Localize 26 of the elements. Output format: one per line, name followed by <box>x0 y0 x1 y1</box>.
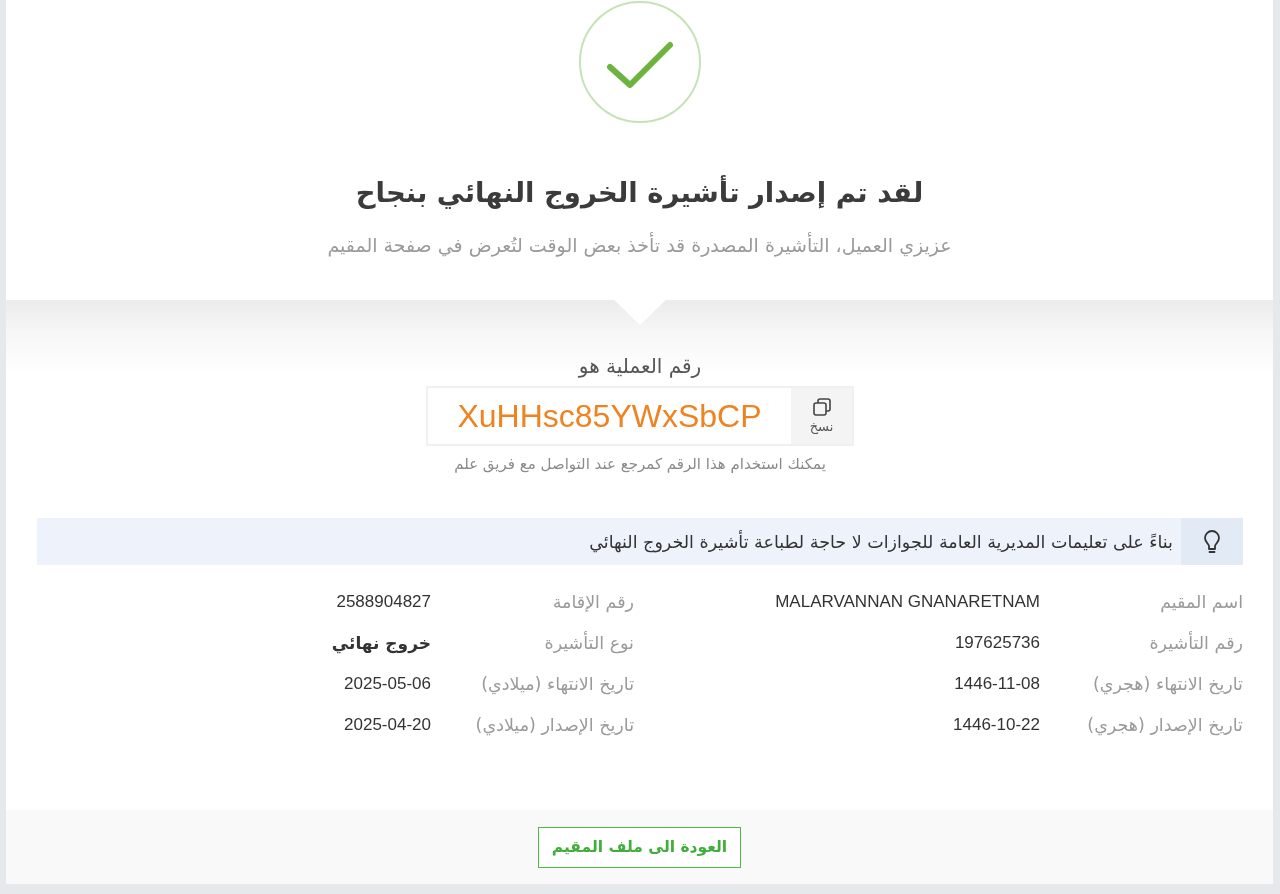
transaction-hint: يمكنك استخدام هذا الرقم كمرجع عند التواصل مع فريق علم <box>454 454 826 475</box>
detail-label: تاريخ الانتهاء (ميلادي) <box>481 673 634 694</box>
lightbulb-icon <box>1203 529 1221 554</box>
copy-icon <box>812 398 831 416</box>
detail-label: تاريخ الإصدار (هجري) <box>1087 714 1243 735</box>
copy-button[interactable]: نسخ <box>791 388 852 444</box>
transaction-label: رقم العملية هو <box>578 353 702 380</box>
detail-label: رقم التأشيرة <box>1149 632 1243 653</box>
detail-value: 2588904827 <box>336 591 431 612</box>
detail-label: اسم المقيم <box>1160 591 1243 612</box>
detail-value: 2025-05-06 <box>344 673 431 694</box>
check-circle-icon <box>578 1 701 123</box>
notice-text: بناءً على تعليمات المديرية العامة للجوازات لا حاجة لطباعة تأشيرة الخروج النهائي <box>589 529 1173 555</box>
detail-label: تاريخ الإصدار (ميلادي) <box>475 714 634 735</box>
detail-label: تاريخ الانتهاء (هجري) <box>1092 673 1243 694</box>
detail-value: 197625736 <box>954 632 1040 653</box>
detail-value: MALARVANNAN GNANARETNAM <box>775 591 1040 612</box>
success-title: لقد تم إصدار تأشيرة الخروج النهائي بنجاح <box>355 174 924 211</box>
transaction-number: XuHHsc85YWxSbCP <box>456 396 763 436</box>
success-subtitle: عزيزي العميل، التأشيرة المصدرة قد تأخذ بعض الوقت لتُعرض في صفحة المقيم <box>327 231 952 259</box>
detail-label: رقم الإقامة <box>552 591 634 612</box>
detail-label: نوع التأشيرة <box>544 632 634 653</box>
detail-value: 2025-04-20 <box>344 714 431 735</box>
detail-value: 1446-10-22 <box>953 714 1040 735</box>
detail-value: خروج نهائي <box>331 632 431 653</box>
detail-value: 1446-11-08 <box>954 673 1040 694</box>
